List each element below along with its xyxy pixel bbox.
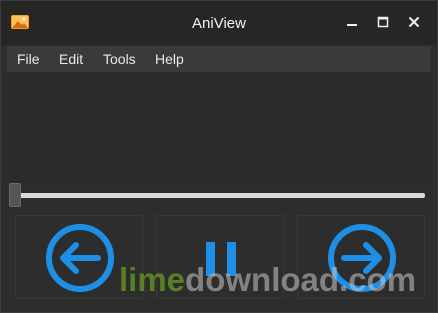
image-viewport <box>7 73 431 183</box>
maximize-icon <box>377 16 389 28</box>
minimize-icon <box>347 24 357 26</box>
title-bar[interactable]: AniView <box>1 1 437 45</box>
menu-tools[interactable]: Tools <box>103 51 136 67</box>
watermark-rest: download.com <box>185 261 417 298</box>
frame-slider-handle[interactable] <box>9 183 21 207</box>
app-window: AniView File Edit Tools Help limedownloa… <box>0 0 438 313</box>
menu-bar: File Edit Tools Help <box>7 46 431 72</box>
watermark: limedownload.com <box>119 261 416 299</box>
frame-slider-track[interactable] <box>15 193 425 198</box>
menu-help[interactable]: Help <box>155 51 184 67</box>
close-button[interactable] <box>405 13 423 31</box>
close-icon <box>408 16 420 28</box>
minimize-button[interactable] <box>343 13 361 31</box>
window-title: AniView <box>192 15 246 32</box>
menu-edit[interactable]: Edit <box>59 51 83 67</box>
menu-file[interactable]: File <box>17 51 40 67</box>
maximize-button[interactable] <box>374 13 392 31</box>
watermark-lime: lime <box>119 261 186 298</box>
